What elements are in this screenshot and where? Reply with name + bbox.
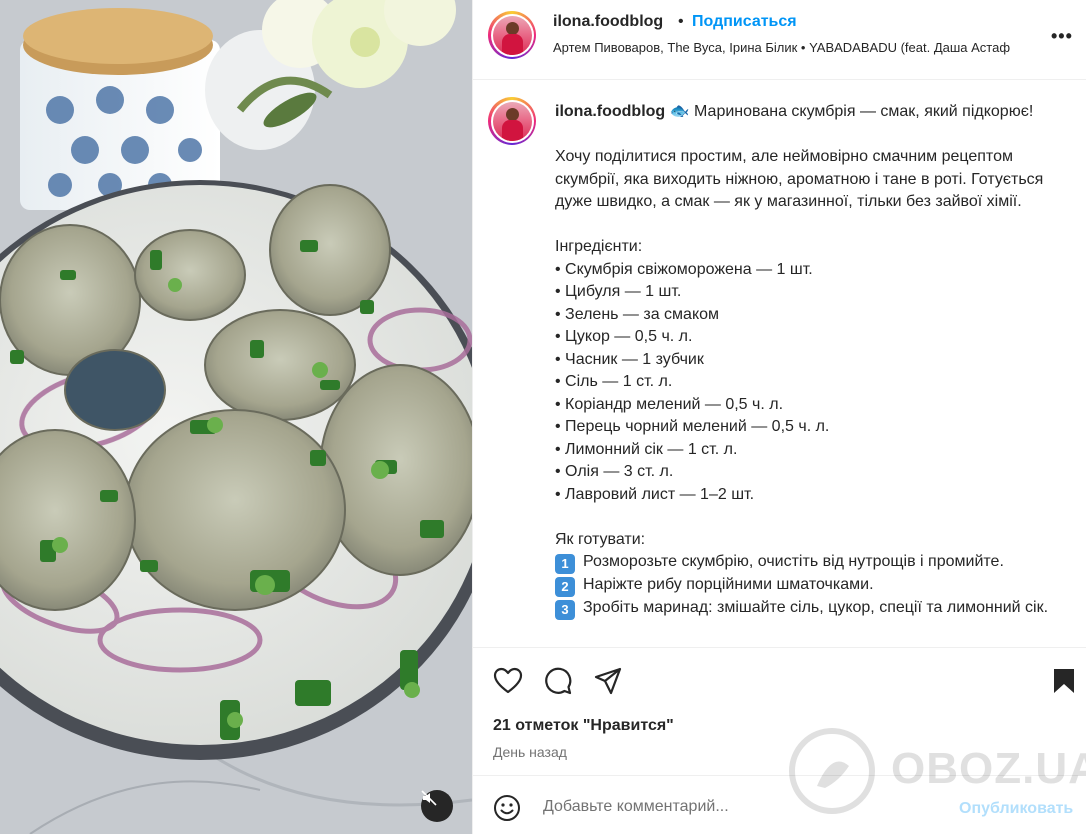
ingredient-item: • Зелень — за смаком [555,305,720,323]
step-text: Наріжте рибу порційними шматочками. [583,576,874,593]
step-number-badge: 1 [555,554,575,574]
post-time[interactable]: День назад [493,744,567,760]
comment-icon[interactable] [543,666,573,696]
ingredient-item: • Коріандр мелений — 0,5 ч. л. [555,395,784,413]
step-item: 1 Розморозьте скумбрію, очистіть від нутр… [555,551,1065,574]
more-options-button[interactable]: ••• [1051,26,1073,47]
step-text: Розморозьте скумбрію, очистіть від нутро… [583,553,1004,570]
caption-text: ilona.foodblog 🐟 Маринована скумбрія — с… [555,101,1065,620]
step-text: Зробіть маринад: змішайте сіль, цукор, с… [583,599,1049,616]
ingredient-item: • Лавровий лист — 1–2 шт. [555,485,755,503]
ingredient-item: • Лимонний сік — 1 ст. л. [555,440,738,458]
step-number-badge: 2 [555,577,575,597]
bookmark-icon[interactable] [1049,666,1079,696]
ingredient-item: • Цибуля — 1 шт. [555,283,682,300]
caption-avatar[interactable] [488,97,536,145]
ingredient-item: • Сіль — 1 ст. л. [555,373,673,390]
post-media[interactable] [0,0,472,834]
ingredient-item: • Перець чорний мелений — 0,5 ч. л. [555,418,830,435]
post-header: ilona.foodblog • Подписаться Артем Пивов… [473,0,1086,80]
likes-count[interactable]: 21 отметок "Нравится" [493,717,674,735]
step-item: 3 Зробіть маринад: змішайте сіль, цукор, … [555,597,1065,620]
audio-track-link[interactable]: Артем Пивоваров, The Вуса, Ірина Білик •… [553,40,1043,55]
caption-area: ilona.foodblog 🐟 Маринована скумбрія — с… [473,81,1086,647]
avatar[interactable] [488,11,536,59]
emoji-icon[interactable] [493,794,521,822]
ingredient-item: • Часник — 1 зубчик [555,350,704,368]
ingredient-item: • Скумбрія свіжоморожена — 1 шт. [555,260,813,278]
step-item: 2 Наріжте рибу порційними шматочками. [555,574,1065,597]
marinated-mackerel-photo [0,0,472,834]
steps-heading: Як готувати: [555,530,646,548]
mute-button[interactable] [421,790,453,822]
fish-emoji-icon: 🐟 [669,103,690,120]
caption-intro: Хочу поділитися простим, але неймовірно … [555,148,1044,210]
caption-username[interactable]: ilona.foodblog [555,103,665,120]
watermark-text: OBOZ.UA [891,744,1086,793]
oboz-logo-icon [789,728,875,814]
username-link[interactable]: ilona.foodblog [553,13,663,31]
share-icon[interactable] [593,666,623,696]
oboz-watermark: OBOZ.UA [779,726,1086,816]
ingredients-heading: Інгредієнти: [555,238,643,255]
step-number-badge: 3 [555,600,575,620]
heart-icon[interactable] [493,666,523,696]
caption-title: Маринована скумбрія — смак, який підкорю… [694,103,1034,120]
post-actions: 21 отметок "Нравится" День назад Опублик… [473,647,1086,834]
ingredient-item: • Цукор — 0,5 ч. л. [555,328,693,345]
ingredient-item: • Олія — 3 ст. л. [555,463,674,480]
separator-dot: • [678,13,684,30]
post-details-panel: ilona.foodblog • Подписаться Артем Пивов… [472,0,1086,834]
follow-button[interactable]: Подписаться [692,13,797,31]
speaker-muted-icon [421,790,437,806]
